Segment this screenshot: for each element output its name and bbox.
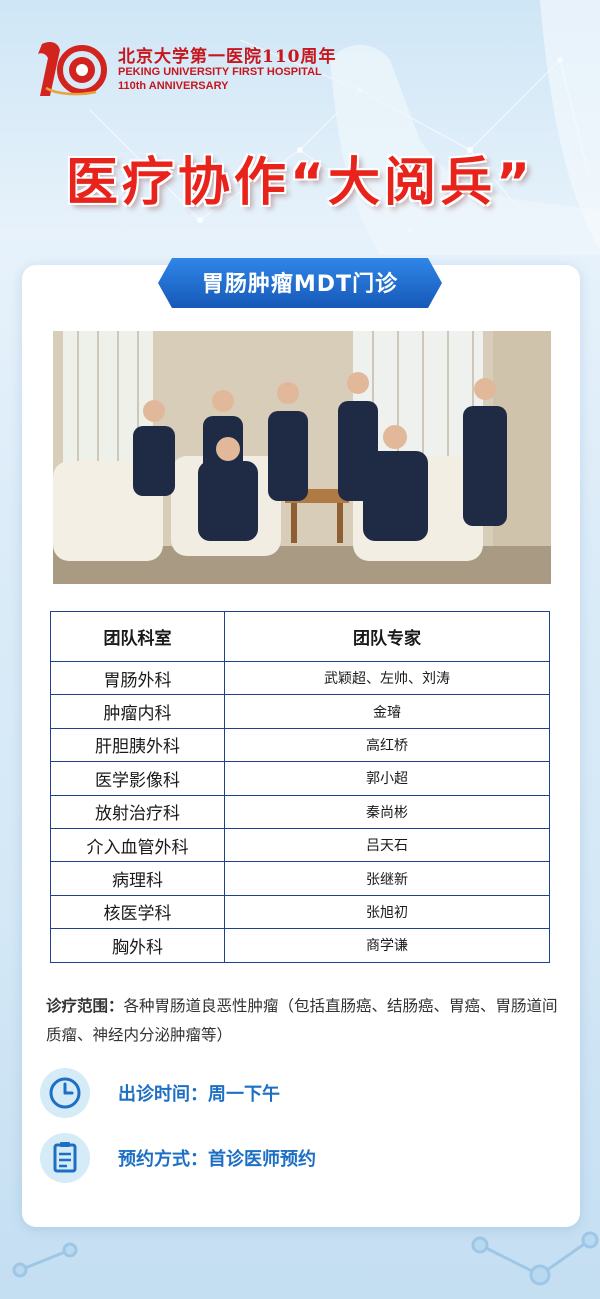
table-row: 胃肠外科 武颖超、左帅、刘涛	[50, 660, 550, 696]
table-row: 医学影像科 郭小超	[50, 761, 550, 796]
experts-cell: 郭小超	[224, 761, 550, 796]
department-cell: 胸外科	[50, 928, 225, 963]
department-cell: 核医学科	[50, 894, 225, 930]
department-cell: 医学影像科	[50, 761, 225, 796]
treatment-scope: 诊疗范围：各种胃肠道良恶性肿瘤（包括直肠癌、结肠癌、胃癌、胃肠道间质瘤、神经内分…	[46, 992, 558, 1050]
clinic-time-text: 出诊时间：周一下午	[118, 1084, 280, 1105]
table-row: 肿瘤内科 金璿	[50, 694, 550, 729]
experts-cell: 金璿	[224, 694, 550, 729]
department-cell: 放射治疗科	[50, 794, 225, 829]
experts-cell: 武颖超、左帅、刘涛	[224, 660, 550, 696]
experts-cell: 张旭初	[224, 894, 550, 930]
anniversary-110-logo-icon	[38, 42, 107, 96]
logo-anniversary-text: 110th ANNIVERSARY	[118, 80, 229, 92]
table-row: 核医学科 张旭初	[50, 894, 550, 930]
scope-label: 诊疗范围：	[46, 997, 124, 1015]
hospital-logo: 北京大学第一医院110周年 PEKING UNIVERSITY FIRST HO…	[36, 36, 346, 106]
banner-title: 胃肠肿瘤MDT门诊	[201, 272, 399, 297]
department-cell: 肝胆胰外科	[50, 727, 225, 763]
page-title: 医疗协作“大阅兵”	[65, 153, 535, 213]
experts-cell: 吕天石	[224, 827, 550, 863]
table-row: 病理科 张继新	[50, 861, 550, 896]
clipboard-icon	[40, 1133, 90, 1183]
logo-english-name: PEKING UNIVERSITY FIRST HOSPITAL	[118, 66, 322, 78]
experts-cell: 秦尚彬	[224, 794, 550, 829]
team-photo	[53, 331, 551, 584]
clock-icon	[40, 1068, 90, 1118]
experts-cell: 商学谦	[224, 928, 550, 963]
table-header-row: 团队科室 团队专家	[50, 611, 550, 662]
team-table: 团队科室 团队专家 胃肠外科 武颖超、左帅、刘涛 肿瘤内科 金璿 肝胆胰外科 高…	[50, 611, 550, 963]
table-row: 胸外科 商学谦	[50, 928, 550, 963]
experts-cell: 张继新	[224, 861, 550, 896]
department-cell: 胃肠外科	[50, 660, 225, 696]
department-cell: 病理科	[50, 861, 225, 896]
logo-chinese-name: 北京大学第一医院110周年	[118, 47, 337, 67]
department-cell: 介入血管外科	[50, 827, 225, 863]
table-row: 肝胆胰外科 高红桥	[50, 727, 550, 763]
column-header-experts: 团队专家	[224, 611, 550, 662]
clinic-time-row: 出诊时间：周一下午	[40, 1068, 460, 1118]
table-row: 介入血管外科 吕天石	[50, 827, 550, 863]
appointment-row: 预约方式：首诊医师预约	[40, 1133, 460, 1183]
experts-cell: 高红桥	[224, 727, 550, 763]
table-row: 放射治疗科 秦尚彬	[50, 794, 550, 829]
department-cell: 肿瘤内科	[50, 694, 225, 729]
scope-text: 各种胃肠道良恶性肿瘤（包括直肠癌、结肠癌、胃癌、胃肠道间质瘤、神经内分泌肿瘤等）	[46, 997, 558, 1044]
section-banner: 胃肠肿瘤MDT门诊	[158, 258, 442, 308]
appointment-text: 预约方式：首诊医师预约	[118, 1149, 316, 1170]
column-header-department: 团队科室	[50, 611, 225, 662]
